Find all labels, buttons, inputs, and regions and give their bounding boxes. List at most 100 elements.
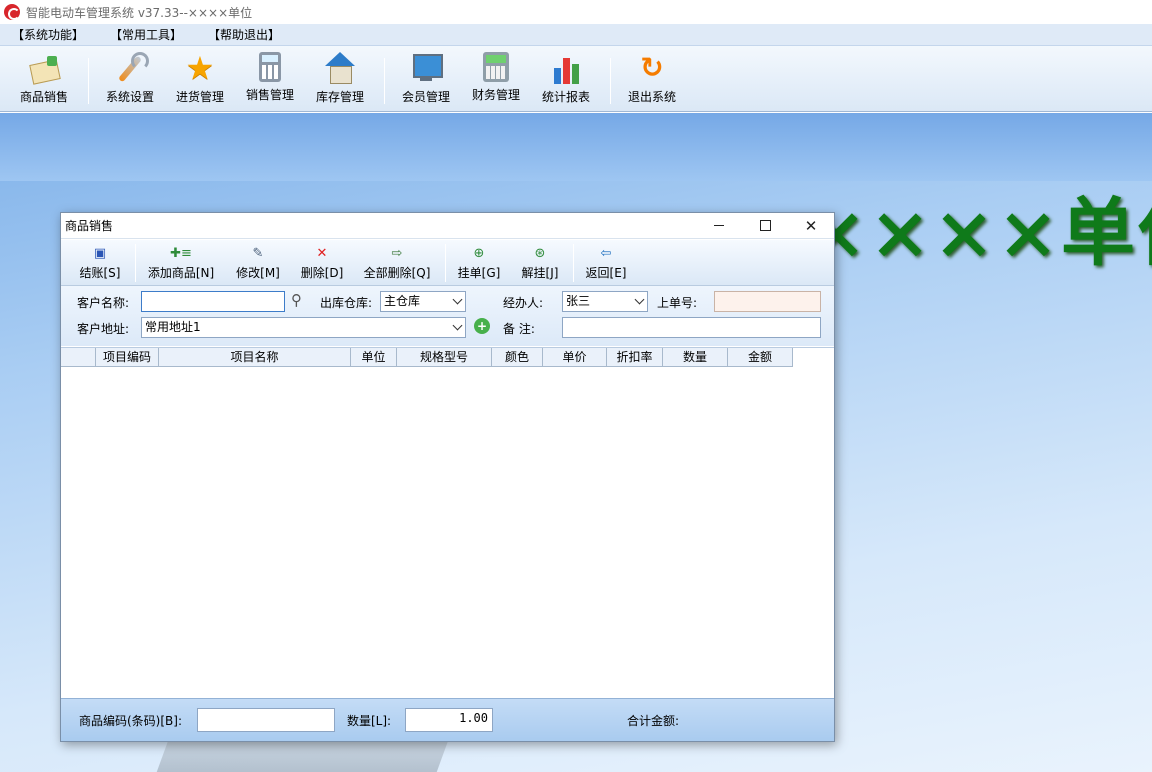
sales-management-label: 销售管理	[245, 88, 294, 102]
quantity-input[interactable]: 1.00	[405, 708, 493, 732]
grid-header-selector	[61, 348, 96, 367]
toolbar-divider	[445, 244, 446, 282]
dialog-footer: 商品编码(条码)[B]: 数量[L]: 1.00 合计金额:	[61, 698, 834, 741]
add-item-button[interactable]: ✚≡ 添加商品[N]	[145, 244, 217, 284]
hold-order-label: 挂单[G]	[457, 266, 501, 280]
search-icon[interactable]: ⚲	[291, 291, 302, 309]
dialog-toolbar: ▣ 结账[S] ✚≡ 添加商品[N] ✎ 修改[M] ✕ 删除[D] ⇨ 全部删…	[61, 240, 834, 286]
toolbar-divider	[384, 58, 385, 104]
warehouse-select[interactable]: 主仓库	[380, 291, 466, 312]
add-address-icon[interactable]: +	[474, 318, 490, 334]
remark-label: 备 注:	[503, 322, 535, 336]
purchase-management-label: 进货管理	[175, 90, 224, 104]
delete-all-icon: ⇨	[391, 246, 403, 261]
grid-header-amount[interactable]: 金额	[728, 348, 793, 367]
toolbar-divider	[88, 58, 89, 104]
settings-icon	[113, 52, 149, 84]
return-button[interactable]: ⇦ 返回[E]	[583, 244, 629, 284]
title-bar: 智能电动车管理系统 v37.33--××××单位	[0, 0, 1152, 24]
maximize-button[interactable]	[742, 213, 788, 239]
toolbar-divider	[610, 58, 611, 104]
inventory-management-label: 库存管理	[315, 90, 364, 104]
member-management-label: 会员管理	[401, 90, 450, 104]
grid-header-spec[interactable]: 规格型号	[397, 348, 492, 367]
menu-help-exit[interactable]: 【帮助退出】	[208, 26, 280, 43]
customer-address-label: 客户地址:	[77, 322, 130, 336]
customer-name-input[interactable]	[141, 291, 285, 312]
edit-label: 修改[M]	[236, 266, 280, 280]
main-toolbar: 商品销售 系统设置 ★ 进货管理 销售管理 库存管理 会员管理 财务管理 统计报…	[0, 46, 1152, 112]
barcode-input[interactable]	[197, 708, 335, 732]
grid-header-unit-price[interactable]: 单价	[543, 348, 607, 367]
system-settings-button[interactable]: 系统设置	[95, 50, 165, 108]
finance-icon	[483, 52, 509, 82]
remark-input[interactable]	[562, 317, 821, 338]
add-item-icon: ✚≡	[170, 246, 192, 261]
handler-label: 经办人:	[503, 296, 544, 310]
system-settings-label: 系统设置	[105, 90, 154, 104]
toolbar-divider	[573, 244, 574, 282]
delete-button[interactable]: ✕ 删除[D]	[299, 244, 345, 284]
grid-header-item-name[interactable]: 项目名称	[159, 348, 351, 367]
barcode-label: 商品编码(条码)[B]:	[79, 714, 183, 728]
purchase-management-button[interactable]: ★ 进货管理	[165, 50, 235, 108]
finance-management-button[interactable]: 财务管理	[461, 50, 531, 108]
finance-management-label: 财务管理	[471, 88, 520, 102]
dialog-title-bar: 商品销售 ✕	[61, 213, 834, 239]
chevron-down-icon	[452, 294, 463, 305]
delete-label: 删除[D]	[300, 266, 344, 280]
desktop-band	[0, 113, 1152, 181]
sales-form: 客户名称: ⚲ 出库仓库: 主仓库 经办人: 张三 上单号: 客户地址: 常用地…	[61, 286, 834, 346]
release-order-icon: ⊛	[534, 246, 546, 261]
quantity-label: 数量[L]:	[347, 714, 392, 728]
minimize-button[interactable]	[696, 213, 742, 239]
customer-address-value: 常用地址1	[145, 320, 201, 334]
add-item-label: 添加商品[N]	[147, 266, 215, 280]
prev-order-label: 上单号:	[657, 296, 698, 310]
chevron-down-icon	[452, 320, 463, 331]
hold-order-button[interactable]: ⊕ 挂单[G]	[455, 244, 503, 284]
window-title: 智能电动车管理系统 v37.33--××××单位	[26, 5, 253, 20]
sales-management-button[interactable]: 销售管理	[235, 50, 305, 108]
handler-value: 张三	[566, 294, 591, 308]
total-amount-label: 合计金额:	[627, 714, 680, 728]
delete-all-button[interactable]: ⇨ 全部删除[Q]	[363, 244, 431, 284]
company-name: ××××单位	[805, 190, 1152, 276]
checkout-label: 结账[S]	[79, 266, 121, 280]
grid-header-quantity[interactable]: 数量	[663, 348, 728, 367]
customer-name-label: 客户名称:	[77, 296, 130, 310]
product-sales-label: 商品销售	[19, 90, 68, 104]
release-order-button[interactable]: ⊛ 解挂[J]	[519, 244, 561, 284]
exit-system-label: 退出系统	[627, 90, 676, 104]
grid-header-color[interactable]: 颜色	[492, 348, 543, 367]
exit-system-button[interactable]: ↻ 退出系统	[617, 50, 687, 108]
monitor-icon	[409, 52, 443, 84]
menu-common-tools[interactable]: 【常用工具】	[110, 26, 182, 43]
member-management-button[interactable]: 会员管理	[391, 50, 461, 108]
house-icon	[323, 52, 357, 84]
menu-system-functions[interactable]: 【系统功能】	[12, 26, 84, 43]
grid-header-item-code[interactable]: 项目编码	[96, 348, 159, 367]
prev-order-field[interactable]	[714, 291, 821, 312]
delete-icon: ✕	[316, 246, 328, 261]
items-grid[interactable]: 项目编码 项目名称 单位 规格型号 颜色 单价 折扣率 数量 金额	[61, 347, 834, 698]
app-logo-icon	[4, 4, 20, 20]
grid-header-discount[interactable]: 折扣率	[607, 348, 663, 367]
checkout-button[interactable]: ▣ 结账[S]	[79, 244, 121, 284]
inventory-management-button[interactable]: 库存管理	[305, 50, 375, 108]
edit-button[interactable]: ✎ 修改[M]	[233, 244, 283, 284]
product-sales-button[interactable]: 商品销售	[9, 50, 79, 108]
dialog-title: 商品销售	[65, 219, 114, 233]
bar-chart-icon	[549, 52, 583, 84]
product-sales-dialog: 商品销售 ✕ ▣ 结账[S] ✚≡ 添加商品[N] ✎ 修改[M] ✕ 删除[D…	[60, 212, 835, 742]
customer-address-select[interactable]: 常用地址1	[141, 317, 466, 338]
edit-icon: ✎	[252, 246, 264, 261]
grid-header-unit[interactable]: 单位	[351, 348, 397, 367]
chevron-down-icon	[634, 294, 645, 305]
exit-icon: ↻	[640, 51, 664, 84]
statistics-report-button[interactable]: 统计报表	[531, 50, 601, 108]
delete-all-label: 全部删除[Q]	[363, 266, 431, 280]
warehouse-label: 出库仓库:	[320, 296, 373, 310]
close-button[interactable]: ✕	[788, 213, 834, 239]
handler-select[interactable]: 张三	[562, 291, 648, 312]
